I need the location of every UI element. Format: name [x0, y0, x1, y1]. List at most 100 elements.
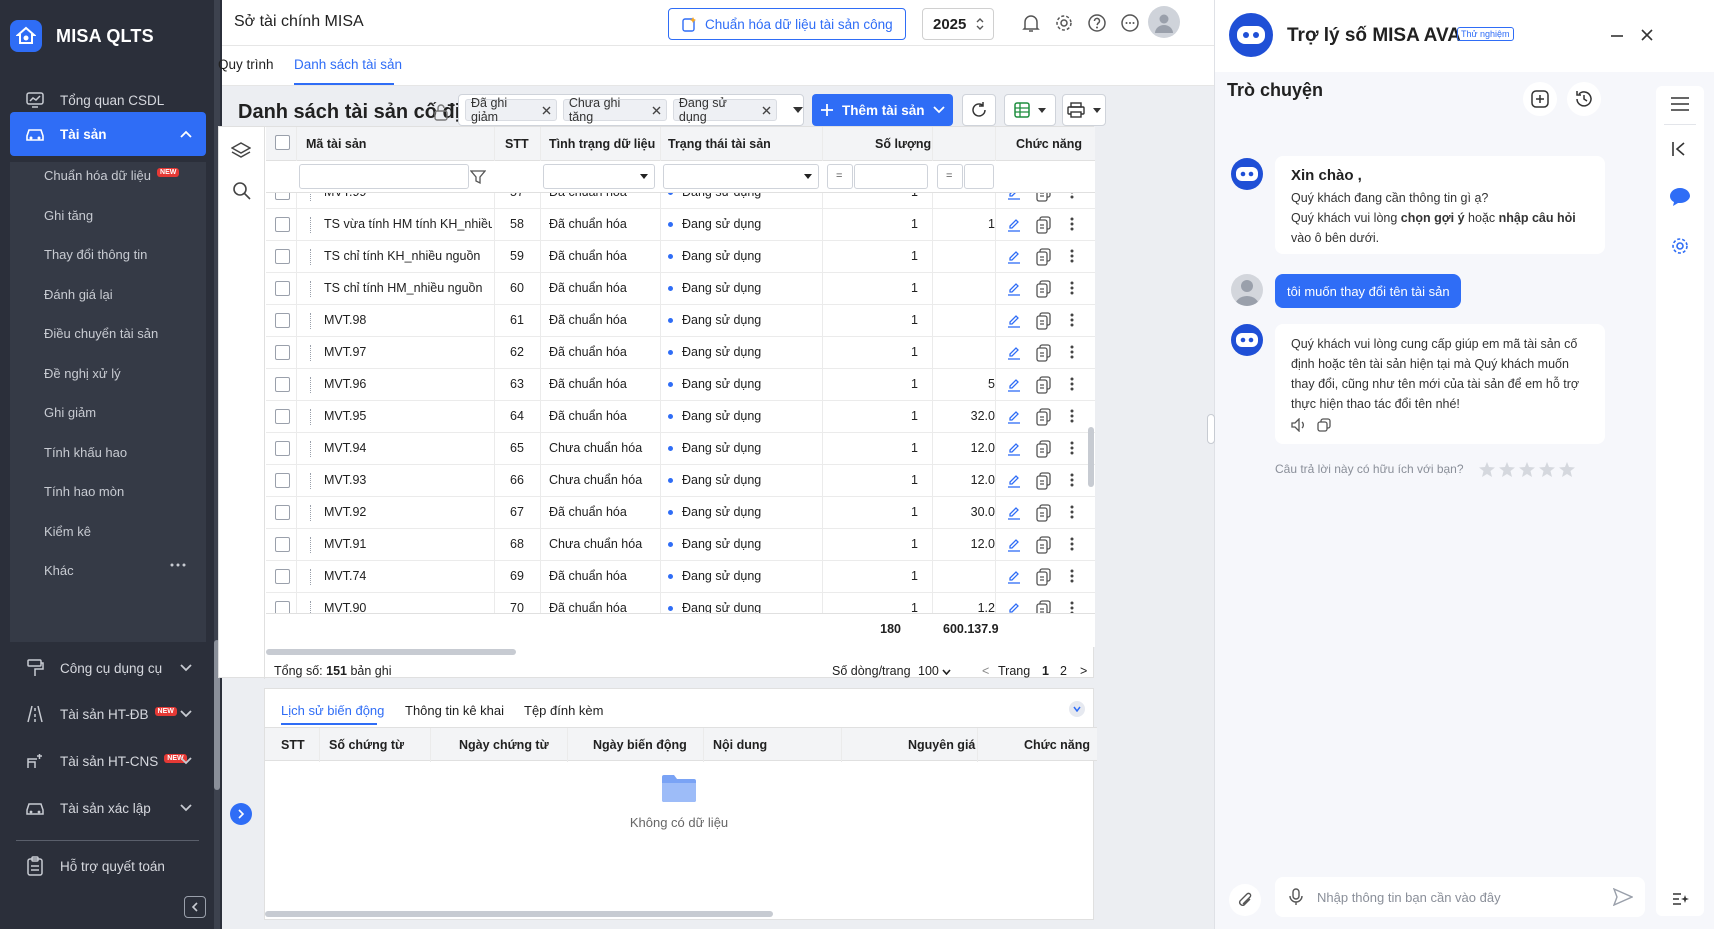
submenu-inventory[interactable]: Kiểm kê: [44, 524, 91, 539]
more-vert-icon[interactable]: [1070, 441, 1074, 455]
duplicate-icon[interactable]: [1036, 536, 1052, 554]
duplicate-icon[interactable]: [1036, 568, 1052, 586]
bell-icon[interactable]: [1020, 12, 1042, 34]
gear-icon[interactable]: [1053, 12, 1075, 34]
page-1[interactable]: 1: [1042, 664, 1049, 678]
tab-change-history[interactable]: Lịch sử biến động: [281, 703, 384, 718]
more-vert-icon[interactable]: [1070, 473, 1074, 487]
duplicate-icon[interactable]: [1036, 472, 1052, 490]
chat-bubble-icon[interactable]: [1119, 12, 1141, 34]
row-checkbox[interactable]: [275, 193, 290, 200]
expand-circle-icon[interactable]: [230, 803, 252, 825]
more-icon[interactable]: [170, 562, 186, 568]
collapse-panel-icon[interactable]: [1069, 701, 1085, 717]
submenu-revaluation[interactable]: Đánh giá lại: [44, 287, 113, 302]
table-row[interactable]: MVT.94 65 Chưa chuẩn hóa Đang sử dụng 1 12.0: [266, 433, 1095, 465]
quantity-filter-input[interactable]: [854, 164, 928, 189]
table-row[interactable]: MVT.92 67 Đã chuẩn hóa Đang sử dụng 1 30.0: [266, 497, 1095, 529]
history-icon[interactable]: [1567, 82, 1601, 116]
col-asset-state[interactable]: Trạng thái tài sản: [668, 137, 771, 151]
value-operator[interactable]: =: [937, 164, 963, 189]
print-button[interactable]: [1062, 94, 1106, 126]
edit-icon[interactable]: [1007, 506, 1021, 520]
more-vert-icon[interactable]: [1070, 193, 1074, 199]
table-row[interactable]: MVT.95 64 Đã chuẩn hóa Đang sử dụng 1 32.0: [266, 401, 1095, 433]
col-asset-code[interactable]: Mã tài sản: [306, 137, 366, 151]
collapse-left-icon[interactable]: [1672, 141, 1686, 157]
close-icon[interactable]: [652, 106, 661, 115]
refresh-button[interactable]: [962, 94, 996, 126]
vertical-scrollbar[interactable]: [1088, 427, 1094, 487]
edit-icon[interactable]: [1007, 282, 1021, 296]
asset-state-filter[interactable]: [663, 164, 819, 189]
tab-attachments[interactable]: Tệp đính kèm: [524, 703, 604, 718]
tab-declaration[interactable]: Thông tin kê khai: [405, 703, 504, 718]
duplicate-icon[interactable]: [1036, 408, 1052, 426]
code-filter-input[interactable]: [299, 164, 469, 189]
row-checkbox[interactable]: [275, 345, 290, 360]
row-checkbox[interactable]: [275, 409, 290, 424]
row-checkbox[interactable]: [275, 569, 290, 584]
edit-icon[interactable]: [1007, 193, 1021, 200]
submenu-increase[interactable]: Ghi tăng: [44, 208, 93, 223]
microphone-icon[interactable]: [1289, 888, 1303, 906]
more-vert-icon[interactable]: [1070, 409, 1074, 423]
collapse-sidebar-button[interactable]: [184, 896, 206, 918]
help-icon[interactable]: [1086, 12, 1108, 34]
submenu-normalize[interactable]: Chuẩn hóa dữ liệu NEW: [44, 168, 180, 183]
table-row[interactable]: MVT.98 61 Đã chuẩn hóa Đang sử dụng 1: [266, 305, 1095, 337]
duplicate-icon[interactable]: [1036, 344, 1052, 362]
unlock-icon[interactable]: [434, 103, 448, 121]
page-2[interactable]: 2: [1060, 664, 1067, 678]
close-icon[interactable]: [762, 106, 771, 115]
prev-page-button[interactable]: <: [982, 664, 989, 678]
add-asset-dropdown[interactable]: [925, 94, 953, 126]
value-filter-input[interactable]: [964, 164, 994, 189]
table-row[interactable]: MVT.74 69 Đã chuẩn hóa Đang sử dụng 1: [266, 561, 1095, 593]
submenu-depreciation[interactable]: Tính khấu hao: [44, 445, 127, 460]
row-checkbox[interactable]: [275, 441, 290, 456]
layers-icon[interactable]: [231, 141, 251, 161]
edit-icon[interactable]: [1007, 538, 1021, 552]
edit-icon[interactable]: [1007, 474, 1021, 488]
col-stt[interactable]: STT: [505, 137, 529, 151]
row-checkbox[interactable]: [275, 249, 290, 264]
submenu-amortization[interactable]: Tính hao mòn: [44, 484, 124, 499]
table-row[interactable]: MVT.90 70 Đã chuẩn hóa Đang sử dụng 1 1.2: [266, 593, 1095, 613]
app-logo[interactable]: MISA QLTS: [10, 20, 154, 52]
chat-input[interactable]: Nhập thông tin bạn cần vào đây: [1275, 877, 1645, 917]
tab-process[interactable]: Quy trình: [218, 57, 274, 72]
edit-icon[interactable]: [1007, 378, 1021, 392]
menu-icon[interactable]: [1670, 96, 1690, 112]
filter-funnel-icon[interactable]: [470, 169, 486, 185]
normalize-data-button[interactable]: Chuẩn hóa dữ liệu tài sản công: [668, 8, 906, 40]
panel-resize-handle[interactable]: [1207, 414, 1215, 444]
sidebar-item-assets[interactable]: Tài sản: [10, 112, 206, 156]
select-all-checkbox[interactable]: [275, 135, 290, 150]
row-checkbox[interactable]: [275, 313, 290, 328]
col-data-status[interactable]: Tình trạng dữ liệu: [549, 137, 655, 151]
duplicate-icon[interactable]: [1036, 248, 1052, 266]
edit-icon[interactable]: [1007, 250, 1021, 264]
more-vert-icon[interactable]: [1070, 569, 1074, 583]
copy-icon[interactable]: [1317, 418, 1331, 432]
attach-icon[interactable]: [1229, 884, 1261, 916]
table-row[interactable]: MVT.91 68 Chưa chuẩn hóa Đang sử dụng 1 12.0: [266, 529, 1095, 561]
edit-icon[interactable]: [1007, 602, 1021, 613]
duplicate-icon[interactable]: [1036, 504, 1052, 522]
more-vert-icon[interactable]: [1070, 345, 1074, 359]
row-checkbox[interactable]: [275, 537, 290, 552]
avatar[interactable]: [1148, 6, 1180, 38]
more-vert-icon[interactable]: [1070, 505, 1074, 519]
table-row[interactable]: MVT.99 57 Đã chuẩn hóa Đang sử dụng 1: [266, 193, 1095, 209]
minimize-icon[interactable]: [1611, 35, 1623, 37]
next-page-button[interactable]: >: [1080, 664, 1087, 678]
close-icon[interactable]: [542, 106, 551, 115]
more-vert-icon[interactable]: [1070, 537, 1074, 551]
table-row[interactable]: MVT.96 63 Đã chuẩn hóa Đang sử dụng 1 5: [266, 369, 1095, 401]
submenu-transfer[interactable]: Điều chuyển tài sản: [44, 326, 158, 341]
data-status-filter[interactable]: [543, 164, 655, 189]
sidebar-item-established[interactable]: Tài sản xác lập: [10, 788, 206, 828]
more-vert-icon[interactable]: [1070, 601, 1074, 613]
duplicate-icon[interactable]: [1036, 280, 1052, 298]
